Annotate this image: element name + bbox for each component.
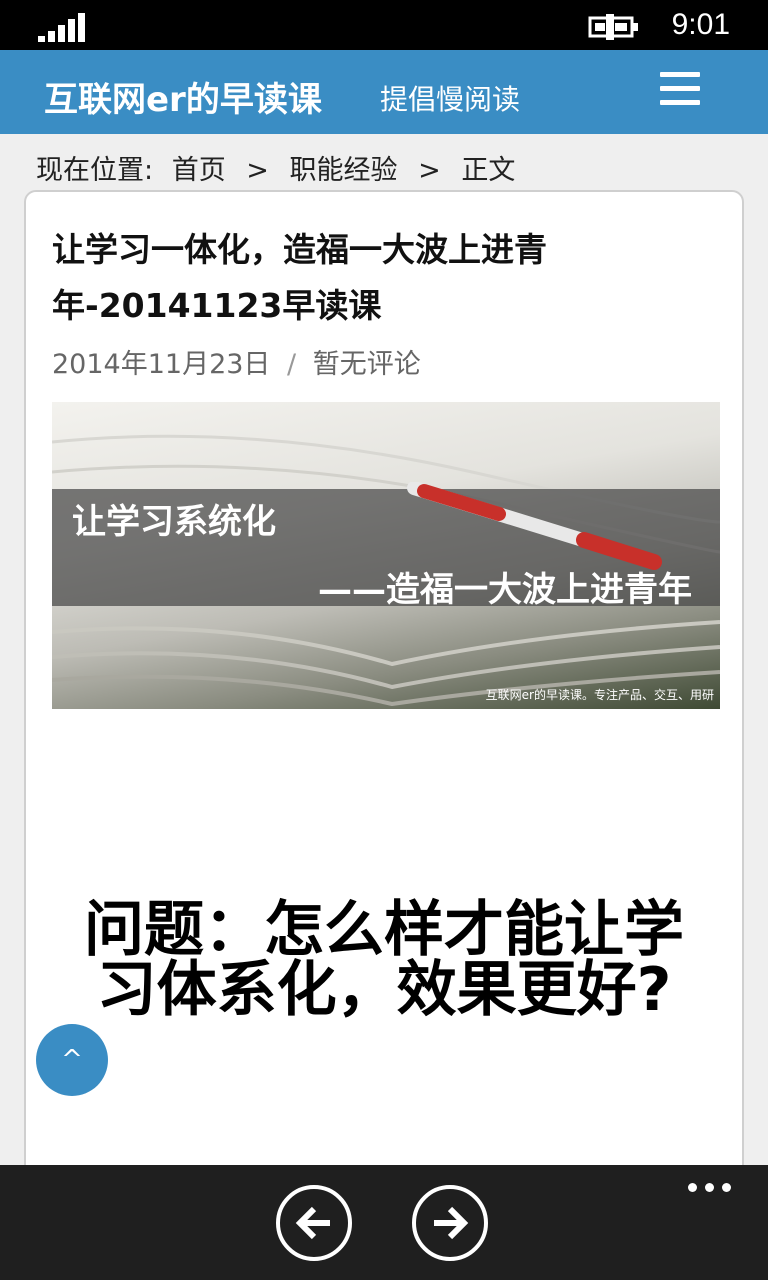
back-to-top-button[interactable]: ^ [36,1024,108,1096]
breadcrumb-home[interactable]: 首页 [172,155,226,186]
status-bar: 9:01 [0,0,768,50]
forward-arrow-icon [434,1206,469,1240]
breadcrumb: 现在位置: 首页 > 职能经验 > 正文 [36,148,515,187]
app-bar [0,1165,768,1280]
hamburger-menu-icon[interactable] [660,72,700,106]
arrow-up-icon: ^ [61,1045,83,1075]
post-meta: 2014年11月23日 / 暂无评论 [52,342,421,381]
site-header: 互联网er的早读课 提倡慢阅读 [0,50,768,134]
breadcrumb-separator: > [418,155,441,186]
post-title: 让学习一体化，造福一大波上进青年-20141123早读课 [52,230,547,325]
breadcrumb-separator: > [246,155,269,186]
forward-button[interactable] [412,1185,488,1261]
back-arrow-icon [295,1206,330,1240]
clock: 9:01 [671,8,730,41]
hero-heading: 让学习系统化 [72,502,276,542]
pen-icon [407,482,662,570]
post-date: 2014年11月23日 [52,349,271,380]
meta-separator: / [287,349,297,380]
breadcrumb-prefix: 现在位置: [36,155,154,186]
post-question: 问题：怎么样才能让学习体系化，效果更好? [84,895,684,1025]
site-tagline: 提倡慢阅读 [380,83,521,116]
screen: 9:01 互联网er的早读课 提倡慢阅读 现在位置: 首页 > 职能经验 > 正… [0,0,768,1280]
hero-credit: 互联网er的早读课。专注产品、交互、用研 [485,688,714,702]
hero-image: 让学习系统化 ——造福一大波上进青年 互联网er的早读课。专注产品、交互、用研 [52,402,720,709]
site-title[interactable]: 互联网er的早读课 [44,72,322,121]
back-button[interactable] [276,1185,352,1261]
breadcrumb-current: 正文 [461,155,516,186]
article-card: 让学习一体化，造福一大波上进青年-20141123早读课 2014年11月23日… [24,190,744,1190]
battery-charging-icon [588,14,640,40]
breadcrumb-category[interactable]: 职能经验 [290,155,398,186]
more-ellipsis-icon[interactable] [688,1179,732,1193]
signal-icon [38,12,88,42]
hero-subheading: ——造福一大波上进青年 [318,570,692,610]
comment-count[interactable]: 暂无评论 [313,349,421,380]
